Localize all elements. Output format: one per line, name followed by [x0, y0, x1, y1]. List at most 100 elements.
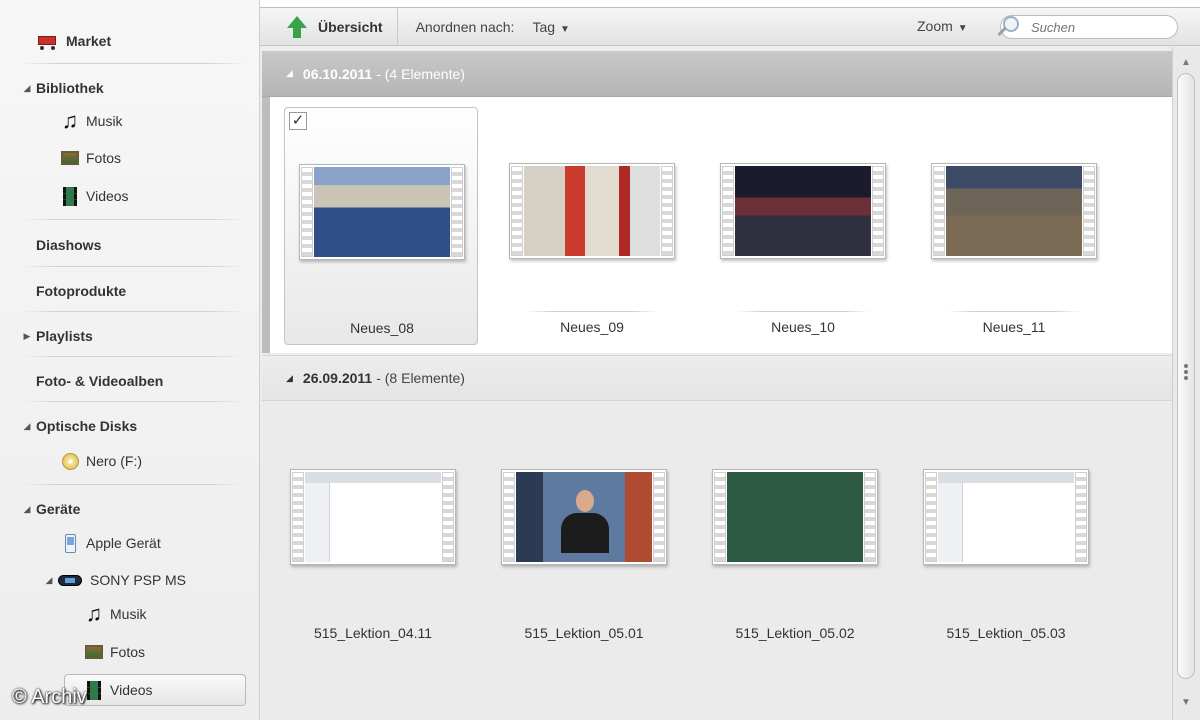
divider [22, 484, 244, 485]
sidebar-item-psp-photos[interactable]: Fotos [0, 637, 260, 667]
media-item[interactable]: 515_Lektion_04.11 [276, 413, 470, 651]
thumbnail-frame [727, 472, 863, 562]
group-count: - (8 Elemente) [376, 370, 465, 386]
group-date: 26.09.2011 [302, 370, 373, 386]
thumbnail-frame [314, 167, 450, 257]
film-strip-edge [661, 166, 673, 256]
media-item[interactable]: Neues_10 [706, 107, 900, 345]
media-item[interactable]: Neues_09 [495, 107, 689, 345]
film-strip-edge [451, 167, 463, 257]
sidebar-item-market[interactable]: Market [0, 26, 260, 56]
item-caption: Neues_09 [560, 319, 624, 335]
sidebar-item-label: Fotos [86, 150, 122, 166]
item-checkbox[interactable]: ✓ [289, 112, 307, 130]
sidebar-item-label: Videos [86, 188, 129, 204]
search-icon[interactable] [995, 14, 1021, 40]
caption-divider [736, 311, 870, 312]
sidebar-item-label: Diashows [36, 237, 102, 253]
film-strip-edge [1083, 166, 1095, 256]
film-strip-icon [84, 681, 104, 700]
video-thumbnail[interactable] [501, 469, 667, 565]
film-strip-edge [292, 472, 304, 562]
media-item[interactable]: ✓ Neues_08 [284, 107, 478, 345]
sidebar-item-label: Market [66, 33, 112, 49]
search-box[interactable] [997, 15, 1178, 39]
group-header[interactable]: ◢ 06.10.2011 - (4 Elemente) [262, 51, 1172, 97]
sidebar-item-label: Nero (F:) [86, 453, 142, 469]
sidebar-item-label: Foto- & Videoalben [36, 373, 164, 389]
film-strip-edge [925, 472, 937, 562]
sidebar-item-slideshows[interactable]: Diashows [0, 230, 260, 260]
item-caption: 515_Lektion_04.11 [313, 625, 433, 641]
group-items: ✓ Neues_08 Neues_09 Neues_10 Neues_11 [262, 97, 1172, 353]
triangle-expanded-icon: ◢ [23, 503, 31, 514]
sidebar-item-devices[interactable]: ◢ Geräte [0, 494, 260, 524]
sidebar-item-optical-disks[interactable]: ◢ Optische Disks [0, 411, 260, 441]
vertical-scrollbar[interactable]: ▲ ▼ [1172, 47, 1200, 720]
film-strip-edge [933, 166, 945, 256]
zoom-label: Zoom [917, 18, 953, 34]
item-caption: Neues_11 [982, 319, 1046, 335]
video-thumbnail[interactable] [720, 163, 886, 259]
sidebar-item-photo-products[interactable]: Fotoprodukte [0, 276, 260, 306]
sidebar-item-music[interactable]: ♫ Musik [0, 106, 260, 136]
video-thumbnail[interactable] [290, 469, 456, 565]
psp-device-icon [58, 571, 84, 589]
arrange-by-dropdown[interactable]: Tag ▼ [532, 19, 569, 35]
sidebar-item-apple-device[interactable]: Apple Gerät [0, 528, 260, 558]
media-item[interactable]: 515_Lektion_05.02 [698, 413, 892, 651]
thumbnail-frame [516, 472, 652, 562]
sidebar-item-videos[interactable]: Videos [0, 181, 260, 211]
item-caption: Neues_10 [771, 319, 835, 335]
scroll-up-icon[interactable]: ▲ [1181, 57, 1191, 68]
film-strip-edge [722, 166, 734, 256]
copyright-watermark: © Archiv [12, 686, 87, 708]
overview-label: Übersicht [318, 18, 383, 35]
divider [22, 311, 244, 312]
triangle-collapsed-icon: ▶ [23, 330, 31, 341]
thumbnail-frame [946, 166, 1082, 256]
media-item[interactable]: 515_Lektion_05.01 [487, 413, 681, 651]
sidebar-item-photos[interactable]: Fotos [0, 143, 260, 173]
sidebar-item-nero-disk[interactable]: Nero (F:) [0, 446, 260, 476]
video-thumbnail[interactable] [931, 163, 1097, 259]
sidebar-item-psp-music[interactable]: ♫ Musik [0, 599, 260, 629]
media-item[interactable]: 515_Lektion_05.03 [909, 413, 1103, 651]
triangle-expanded-icon: ◢ [23, 82, 31, 93]
divider [22, 401, 244, 402]
film-strip-edge [1075, 472, 1087, 562]
scroll-down-icon[interactable]: ▼ [1181, 697, 1191, 708]
group-header[interactable]: ◢ 26.09.2011 - (8 Elemente) [262, 355, 1172, 401]
video-thumbnail[interactable] [299, 164, 465, 260]
sidebar-item-label: Musik [86, 113, 123, 129]
search-input[interactable] [1031, 18, 1171, 36]
arrange-by-value: Tag [532, 18, 556, 35]
zoom-dropdown[interactable]: Zoom ▼ [917, 18, 968, 34]
sidebar-item-label: Optische Disks [36, 418, 138, 434]
sidebar-item-label: Fotoprodukte [36, 283, 127, 299]
video-thumbnail[interactable] [712, 469, 878, 565]
video-thumbnail[interactable] [509, 163, 675, 259]
divider [22, 219, 244, 220]
video-thumbnail[interactable] [923, 469, 1089, 565]
media-item[interactable]: Neues_11 [917, 107, 1111, 345]
group-count: - (4 Elemente) [376, 65, 465, 82]
film-strip-edge [653, 472, 665, 562]
sidebar-item-albums[interactable]: Foto- & Videoalben [0, 366, 260, 396]
photo-icon [84, 643, 104, 661]
music-note-icon: ♫ [61, 108, 79, 133]
caption-divider [525, 311, 659, 312]
sidebar-item-sony-psp[interactable]: ◢ SONY PSP MS [0, 565, 260, 595]
sidebar-item-playlists[interactable]: ▶ Playlists [0, 321, 260, 351]
film-strip-edge [442, 472, 454, 562]
triangle-expanded-icon: ◢ [286, 68, 293, 78]
media-content: ◢ 06.10.2011 - (4 Elemente) ✓ Neues_08 N… [262, 47, 1172, 720]
triangle-expanded-icon: ◢ [45, 574, 53, 585]
overview-button[interactable]: Übersicht [260, 7, 398, 46]
triangle-expanded-icon: ◢ [23, 420, 31, 431]
sidebar-item-library[interactable]: ◢ Bibliothek [0, 73, 260, 103]
divider [22, 356, 244, 357]
scrollbar-thumb[interactable] [1177, 73, 1195, 679]
sidebar-item-label: Fotos [110, 644, 146, 660]
sidebar-item-label: Geräte [36, 501, 81, 517]
